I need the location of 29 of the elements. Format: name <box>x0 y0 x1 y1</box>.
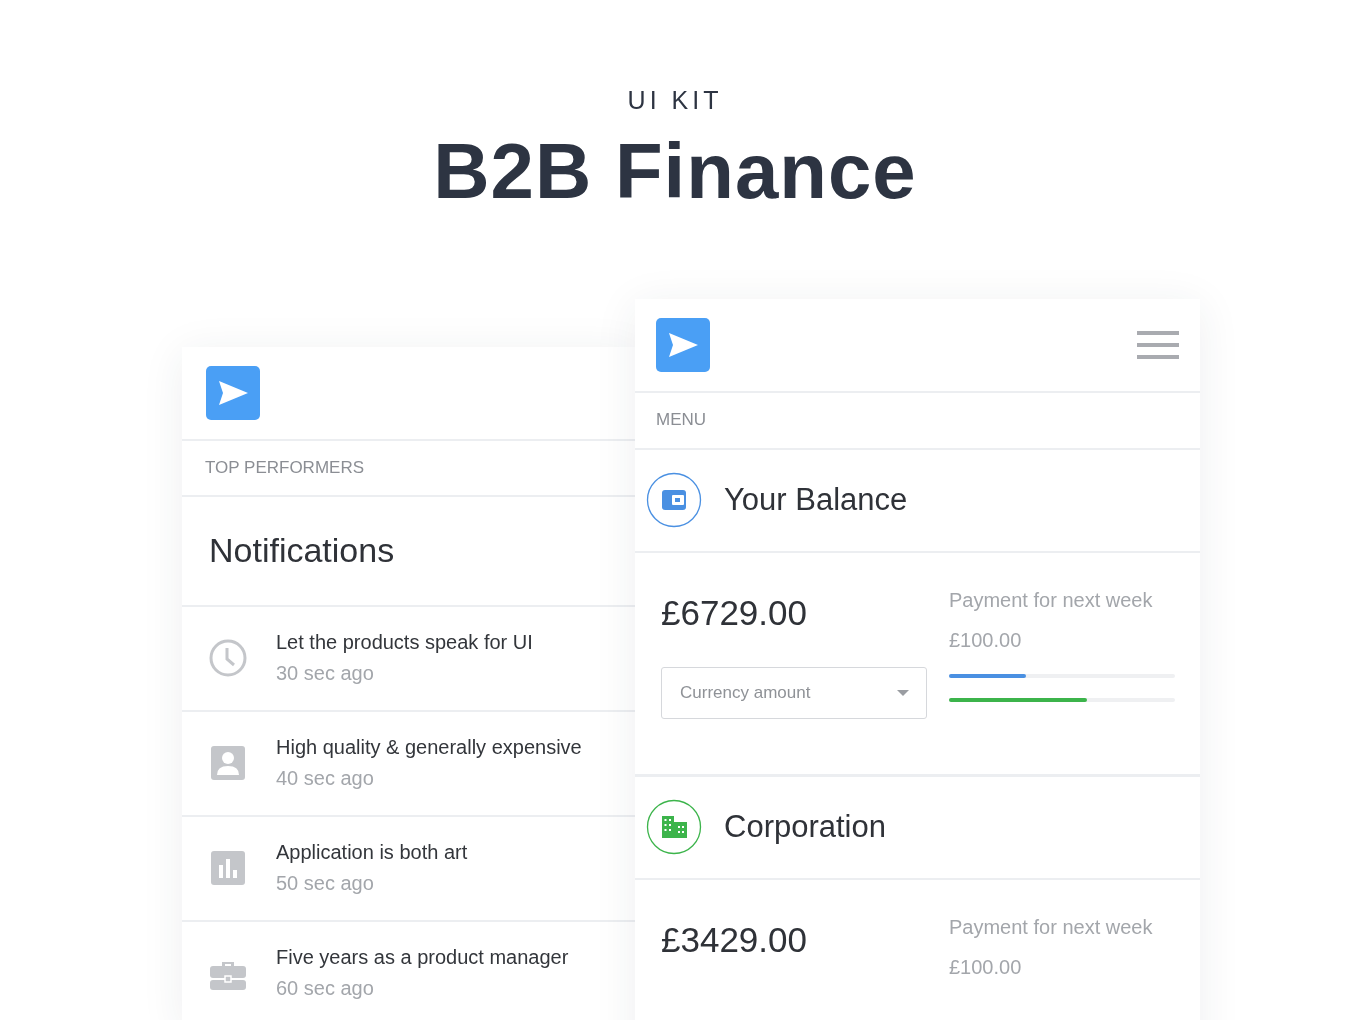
section-label: TOP PERFORMERS <box>205 457 364 478</box>
card-title: Notifications <box>209 531 395 571</box>
menu-icon[interactable] <box>1137 330 1179 359</box>
notification-text: Five years as a product manager <box>276 946 569 970</box>
menu-label: MENU <box>656 410 707 431</box>
notification-time: 50 sec ago <box>276 872 375 896</box>
balance-amount: £3429.00 <box>661 919 808 960</box>
notification-time: 40 sec ago <box>276 767 375 791</box>
balance-amount: £6729.00 <box>661 592 808 633</box>
kicker-text: UI KIT <box>627 86 723 115</box>
notification-time: 30 sec ago <box>276 662 375 686</box>
clock-icon <box>208 638 248 679</box>
send-logo-icon <box>206 365 260 420</box>
payment-amount: £100.00 <box>949 955 1023 979</box>
caret-icon <box>897 689 909 696</box>
notification-text: Let the products speak for UI <box>276 631 533 655</box>
notification-time: 60 sec ago <box>276 977 375 1001</box>
currency-dropdown[interactable]: Currency amount <box>661 666 927 719</box>
notification-item[interactable]: Application is both art 50 sec ago <box>182 816 635 922</box>
send-logo-icon <box>656 317 710 372</box>
payment-label: Payment for next week <box>949 915 1154 939</box>
notification-text: Application is both art <box>276 841 468 865</box>
payment-amount: £100.00 <box>949 628 1023 652</box>
notification-item[interactable]: High quality & generally expensive 40 sec ago <box>182 711 635 817</box>
notification-text: High quality & generally expensive <box>276 736 582 760</box>
account-title: Corporation <box>724 809 886 846</box>
payment-label: Payment for next week <box>949 588 1154 612</box>
page-title: B2B Finance <box>433 129 917 215</box>
account-title: Your Balance <box>724 482 908 519</box>
